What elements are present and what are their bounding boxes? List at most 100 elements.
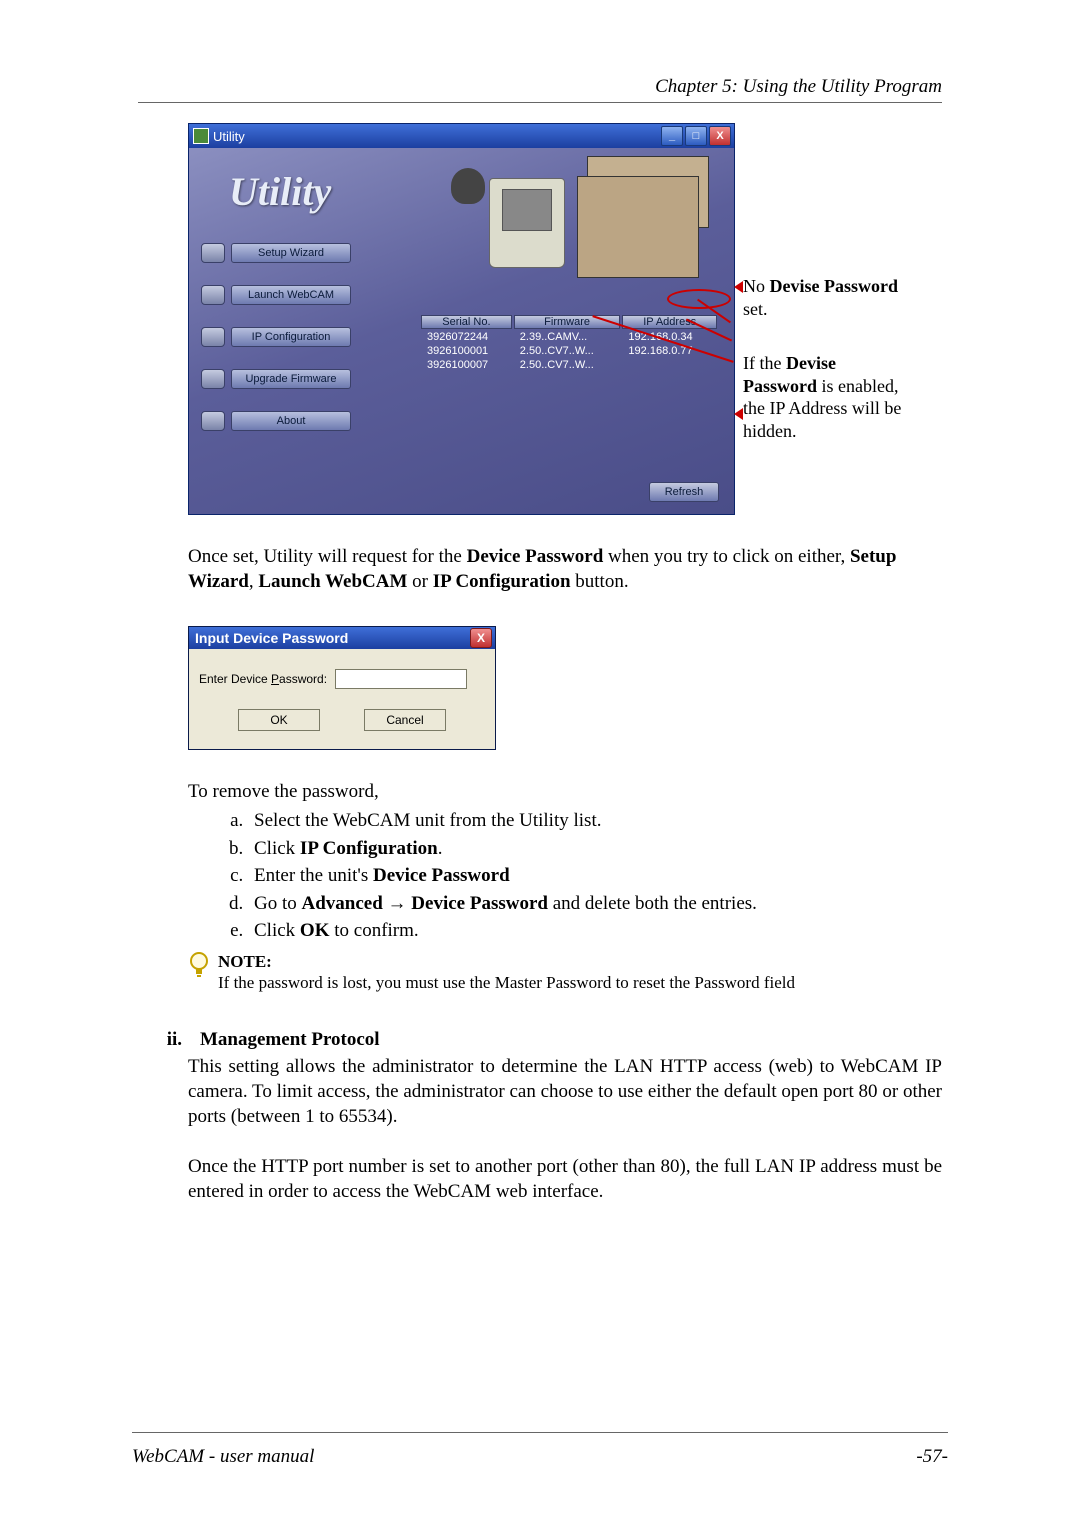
note-title: NOTE: — [218, 952, 272, 971]
t: Click — [254, 920, 300, 941]
setup-wizard-label: Setup Wizard — [231, 243, 351, 263]
button-knob-icon — [201, 243, 225, 263]
top-rule — [138, 102, 942, 103]
minimize-icon[interactable]: _ — [661, 126, 683, 146]
camera-icon — [451, 168, 485, 204]
dialog-title: Input Device Password — [195, 630, 348, 646]
text-bold: Launch WebCAM — [258, 571, 407, 592]
close-icon[interactable]: X — [709, 126, 731, 146]
ip-configuration-button[interactable]: IP Configuration — [201, 327, 351, 347]
remove-steps: Select the WebCAM unit from the Utility … — [188, 807, 942, 945]
dialog-titlebar: Input Device Password X — [189, 627, 495, 649]
window-titlebar: Utility _ □ X — [189, 124, 734, 148]
text: Once set, Utility will request for the — [188, 546, 467, 567]
cell-serial: 3926100001 — [421, 345, 512, 357]
page-footer: WebCAM - user manual -57- — [132, 1446, 948, 1468]
callout-ip-hidden: If the Devise Password is enabled, the I… — [743, 352, 908, 442]
col-serial[interactable]: Serial No. — [421, 315, 512, 329]
tb: Advanced — [302, 893, 383, 914]
mgmt-para-2: Once the HTTP port number is set to anot… — [188, 1155, 942, 1204]
button-knob-icon — [201, 285, 225, 305]
t: Enter the unit's — [254, 865, 373, 886]
window-title: Utility — [213, 129, 245, 144]
callout-no-password: No Devise Password set. — [743, 275, 908, 320]
para-once-set: Once set, Utility will request for the D… — [188, 545, 942, 594]
text: button. — [571, 571, 629, 592]
text: , — [249, 571, 259, 592]
figure-callouts: No Devise Password set. If the Devise Pa… — [743, 275, 908, 474]
arrow-icon — [734, 281, 743, 293]
dialog-row: Enter Device Password: — [189, 649, 495, 695]
subsection-title: Management Protocol — [200, 1029, 380, 1051]
label-mnemonic: P — [271, 672, 279, 686]
list-item: Enter the unit's Device Password — [248, 862, 942, 890]
utility-logo-text: Utility — [229, 168, 331, 215]
upgrade-firmware-label: Upgrade Firmware — [231, 369, 351, 389]
cell-firmware: 2.50..CV7..W... — [514, 345, 621, 357]
password-dialog: Input Device Password X Enter Device Pas… — [188, 626, 496, 750]
maximize-icon[interactable]: □ — [685, 126, 707, 146]
t: Go to — [254, 893, 302, 914]
bottom-rule — [132, 1432, 948, 1433]
launch-webcam-label: Launch WebCAM — [231, 285, 351, 305]
tb: IP Configuration — [300, 838, 438, 859]
tb: OK — [300, 920, 330, 941]
utility-window: Utility _ □ X Utility Setup Wizard — [188, 123, 735, 515]
col-firmware[interactable]: Firmware — [514, 315, 621, 329]
monitor-icon — [489, 178, 565, 268]
dialog-label: Enter Device Password: — [199, 672, 327, 686]
cell-serial: 3926100007 — [421, 359, 512, 371]
preview-imagery — [409, 156, 709, 301]
tb: Device Password — [411, 893, 548, 914]
t: and delete both the entries. — [548, 893, 757, 914]
list-item: Click IP Configuration. — [248, 835, 942, 863]
cancel-button[interactable]: Cancel — [364, 709, 446, 731]
about-button[interactable]: About — [201, 411, 351, 431]
password-input[interactable] — [335, 669, 467, 689]
cell-ip — [622, 359, 717, 371]
cell-firmware: 2.39..CAMV... — [514, 331, 621, 343]
button-knob-icon — [201, 327, 225, 347]
app-icon — [193, 128, 209, 144]
list-item: Click OK to confirm. — [248, 917, 942, 945]
label-part: Enter Device — [199, 672, 271, 686]
about-label: About — [231, 411, 351, 431]
cell-serial: 3926072244 — [421, 331, 512, 343]
ok-button[interactable]: OK — [238, 709, 320, 731]
close-icon[interactable]: X — [470, 628, 492, 648]
button-knob-icon — [201, 369, 225, 389]
ip-configuration-label: IP Configuration — [231, 327, 351, 347]
figure-utility: Utility _ □ X Utility Setup Wizard — [188, 123, 942, 515]
text-bold: Device Password — [467, 546, 604, 567]
callout-text: If the — [743, 353, 786, 373]
thumbnail-image — [577, 176, 699, 278]
refresh-button[interactable]: Refresh — [649, 482, 719, 502]
mgmt-para-1: This setting allows the administrator to… — [188, 1055, 942, 1129]
callout-text: set. — [743, 299, 768, 319]
subsection-heading: ii. Management Protocol — [154, 1029, 942, 1051]
t: → — [383, 893, 412, 914]
footer-right: -57- — [916, 1446, 948, 1468]
text: when you try to click on either, — [603, 546, 850, 567]
arrow-icon — [734, 408, 743, 420]
upgrade-firmware-button[interactable]: Upgrade Firmware — [201, 369, 351, 389]
button-knob-icon — [201, 411, 225, 431]
setup-wizard-button[interactable]: Setup Wizard — [201, 243, 351, 263]
launch-webcam-button[interactable]: Launch WebCAM — [201, 285, 351, 305]
text: or — [407, 571, 432, 592]
callout-text: No — [743, 276, 770, 296]
tb: Device Password — [373, 865, 510, 886]
callout-bold: Devise Password — [770, 276, 899, 296]
figure-dialog: Input Device Password X Enter Device Pas… — [188, 626, 942, 750]
subsection-num: ii. — [154, 1029, 182, 1051]
label-part: assword: — [279, 672, 327, 686]
text-bold: IP Configuration — [433, 571, 571, 592]
note-body: If the password is lost, you must use th… — [218, 973, 795, 992]
cell-firmware: 2.50..CV7..W... — [514, 359, 621, 371]
t: . — [438, 838, 443, 859]
t: Click — [254, 838, 300, 859]
table-row[interactable]: 3926100007 2.50..CV7..W... — [421, 359, 717, 371]
table-header-row: Serial No. Firmware IP Address — [421, 315, 717, 329]
t: to confirm. — [329, 920, 418, 941]
table-row[interactable]: 3926100001 2.50..CV7..W... 192.168.0.77 — [421, 345, 717, 357]
